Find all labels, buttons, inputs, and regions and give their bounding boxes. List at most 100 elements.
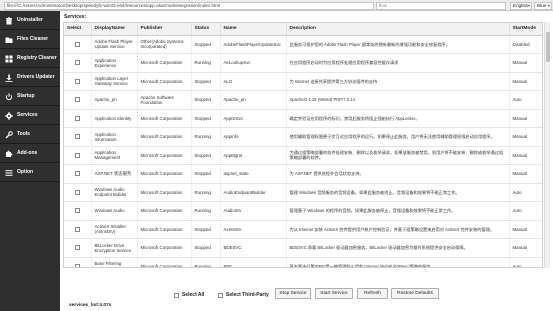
table-row[interactable]: Windows Audio Microsoft Corporation Runnin… [64,201,542,221]
row-checkbox[interactable] [74,245,80,251]
cell-publisher: Microsoft Corporation [137,72,192,91]
row-checkbox[interactable] [74,208,80,214]
row-select-cell [64,146,92,165]
cell-startmode: Auto [509,201,542,221]
table-row[interactable]: Application Identity Microsoft Corporatio… [64,109,542,128]
table-row[interactable]: Windows Audio Endpoint Builder Microsoft … [64,183,542,202]
cell-startmode: Manual [509,127,542,147]
scrollbar-thumb[interactable] [546,32,550,62]
cell-description: 为 ASP.NET 提供进程外会话状态支持。 [286,164,510,184]
row-select-cell [64,220,92,239]
row-checkbox[interactable] [74,115,80,121]
cell-displayname: Apache_pn [91,90,138,110]
column-header-startmode[interactable]: StartMode [509,23,542,36]
address-bar[interactable]: file:///C:/Users/Administrator/Desktop/s… [4,1,374,10]
services-table: Select DisplayName Publisher Status Name… [63,22,543,268]
sidebar-item-startup[interactable]: Startup [0,87,60,106]
row-checkbox[interactable] [74,263,80,267]
select-third-party-label: Select Third-Party [226,292,269,298]
column-header-publisher[interactable]: Publisher [137,23,192,36]
cell-publisher: Apache Software Foundation [137,90,192,110]
row-checkbox[interactable] [74,189,80,195]
table-row[interactable]: Application Experience Microsoft Corporat… [64,53,542,73]
table-row[interactable]: Adobe Flash Player Update Service Other(A… [64,35,542,54]
refresh-button[interactable]: Refresh [357,288,388,299]
page-title: Services: [64,14,87,20]
row-checkbox[interactable] [74,226,80,232]
cell-displayname: Application Identity [91,109,138,128]
table-row[interactable]: Application Management Microsoft Corporat… [64,146,542,165]
row-checkbox[interactable] [74,134,80,140]
cell-name: Appinfo [220,127,287,147]
table-scrollbar[interactable] [544,22,550,268]
cell-description: 使用辅助管理权限便于交互式应用程序的运行。如果停止此服务，用户将无法使用辅助管理… [286,127,510,147]
sidebar-item-registry-cleaner[interactable]: Registry Cleaner [0,49,60,68]
row-checkbox[interactable] [74,97,80,103]
row-select-cell [64,90,92,110]
theme-select[interactable]: Blue ▾ [534,1,552,10]
row-checkbox[interactable] [74,60,80,66]
language-value: English [513,2,529,8]
column-header-name[interactable]: Name [220,23,287,36]
sidebar-item-label: Registry Cleaner [17,55,57,61]
select-all-checkbox[interactable]: Select All [174,292,204,298]
cell-displayname: ActiveX Installer (AxInstSV) [91,220,138,239]
column-header-description[interactable]: Description [286,23,510,36]
sidebar-item-files-cleaner[interactable]: Files Cleaner [0,30,60,49]
cell-description: 为从 Internet 安装 ActiveX 控件提供用户帐户控制验证，并基于组… [286,220,510,239]
row-checkbox[interactable] [74,41,80,47]
sidebar-item-add-ons[interactable]: Add-ons [0,144,60,163]
language-select[interactable]: English ▾ [510,1,532,10]
sidebar-item-uninstaller[interactable]: Uninstaller [0,11,60,30]
sidebar-item-tools[interactable]: Tools [0,125,60,144]
cell-description: 基本筛选引擎(BFE)是一种管理防火墙和 Internet 协议安全(IPsec… [286,257,510,267]
cell-startmode: Manual [509,238,542,258]
cell-description: 管理 Windows 音频服务的音频设备。如果此服务被终止，音频设备和效果将不能… [286,183,510,202]
cell-status: Stopped [191,238,221,258]
cell-status: Stopped [191,164,221,184]
column-header-status[interactable]: Status [191,23,221,36]
sidebar: Uninstaller Files Cleaner Registry Clean… [0,11,60,311]
chevron-down-icon: ▾ [527,2,530,8]
cell-publisher: Microsoft Corporation [137,164,192,184]
sidebar-item-services[interactable]: Services [0,106,60,125]
table-row[interactable]: ActiveX Installer (AxInstSV) Microsoft Co… [64,220,542,239]
table-row[interactable]: ASP.NET 状态服务 Microsoft Corporation Stopped… [64,164,542,184]
cell-description: 在应用程序启动时为应用程序处理应用程序兼容性缓存请求 [286,53,510,73]
column-header-displayname[interactable]: DisplayName [91,23,138,36]
sidebar-item-drivers-updater[interactable]: Drivers Updater [0,68,60,87]
column-header-select[interactable]: Select [64,23,92,36]
menu-icon [4,168,13,177]
row-checkbox[interactable] [74,152,80,158]
table-row[interactable]: Apache_pn Apache Software Foundation Stopp… [64,90,542,110]
checkbox-box[interactable] [218,292,223,298]
cell-status: Running [191,183,221,202]
row-select-cell [64,164,92,184]
table-row[interactable]: Application Information Microsoft Corpora… [64,127,542,147]
row-checkbox[interactable] [74,78,80,84]
stop-service-button[interactable]: Stop Service [275,288,311,299]
find-input[interactable]: find [376,1,506,10]
restore-defaults-button[interactable]: Restore Defaults [391,288,439,299]
row-select-cell [64,183,92,202]
top-bar: file:///C:/Users/Administrator/Desktop/s… [0,0,553,11]
start-service-button[interactable]: Start Service [315,288,353,299]
select-third-party-checkbox[interactable]: Select Third-Party [218,292,269,298]
wrench-icon [4,130,13,139]
cell-description: Apache/2.4.18 (Win64) PHP/7.0.14 [286,90,510,110]
row-select-cell [64,257,92,267]
row-checkbox[interactable] [74,171,80,177]
cell-publisher: Microsoft Corporation [137,53,192,73]
cell-description: BDESVC 承载 BitLocker 驱动器加密服务。BitLocker 驱动… [286,238,510,258]
checkbox-box[interactable] [174,292,179,298]
cell-status: Running [191,53,221,73]
cell-displayname: Application Information [91,127,138,147]
table-row[interactable]: Application Layer Gateway Service Microso… [64,72,542,91]
cell-publisher: Microsoft Corporation [137,109,192,128]
table-row[interactable]: BitLocker Drive Encryption Service Micros… [64,238,542,258]
cell-name: ALG [220,72,287,91]
cell-status: Running [191,257,221,267]
sidebar-item-label: Startup [17,93,35,99]
table-row[interactable]: Base Filtering EngineMicrosoft Corporati… [64,257,542,267]
sidebar-item-option[interactable]: Option [0,163,60,182]
